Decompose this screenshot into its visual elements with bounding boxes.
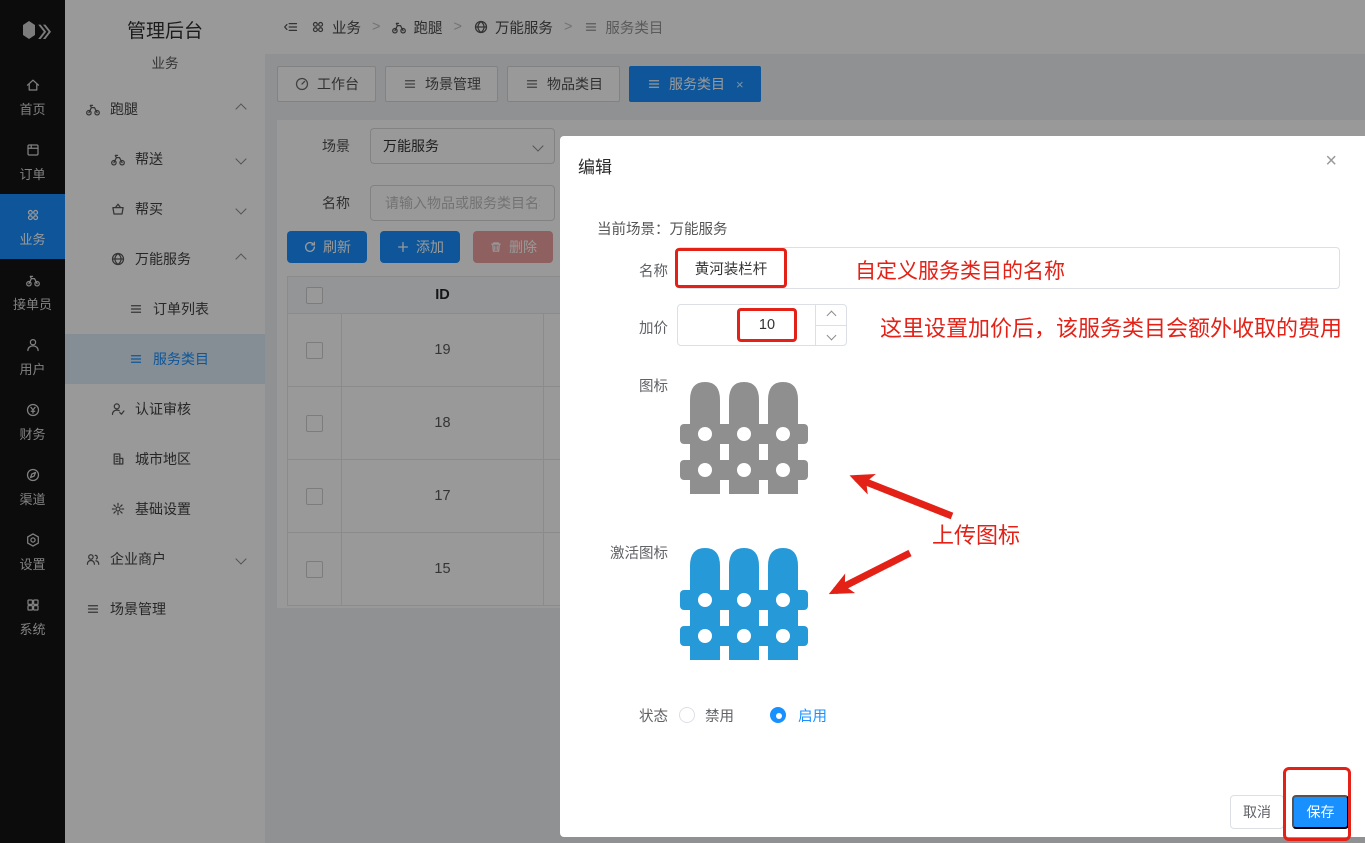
name-value: 黄河装栏杆	[695, 258, 768, 279]
status-field-label: 状态	[560, 705, 668, 726]
category-icon-preview[interactable]	[680, 372, 808, 500]
edit-modal: 编辑 × 当前场景：万能服务 名称 黄河装栏杆 自定义服务类目的名称 加价 10…	[560, 136, 1365, 837]
price-field-label: 加价	[560, 317, 668, 338]
modal-title: 编辑	[578, 153, 612, 178]
status-disabled-radio[interactable]	[679, 707, 695, 723]
status-enabled-radio[interactable]	[770, 707, 786, 723]
icon-field-label: 图标	[560, 375, 668, 396]
name-annotation: 自定义服务类目的名称	[855, 255, 1065, 285]
upload-annotation: 上传图标	[932, 518, 1020, 550]
price-annotation: 这里设置加价后，该服务类目会额外收取的费用	[880, 311, 1342, 343]
annotation-arrow-up	[856, 478, 952, 516]
save-highlight-box	[1283, 767, 1351, 841]
status-row: 状态 禁用 启用	[560, 707, 827, 723]
stepper-up-button[interactable]	[816, 305, 846, 326]
status-enabled-label: 启用	[798, 705, 827, 726]
current-scene-line: 当前场景：万能服务	[597, 218, 728, 239]
category-active-icon-preview[interactable]	[680, 538, 808, 666]
name-value-highlight-box: 黄河装栏杆	[675, 248, 787, 288]
caret-up-icon	[826, 310, 836, 320]
name-field-label: 名称	[560, 260, 668, 281]
cancel-button[interactable]: 取消	[1230, 795, 1284, 829]
annotation-arrow-down	[835, 553, 910, 591]
active-icon-field-label: 激活图标	[560, 542, 668, 563]
caret-down-icon	[826, 330, 836, 340]
stepper-down-button[interactable]	[816, 325, 846, 345]
admin-app: 首页 订单 业务 接单员 用户 财务 渠道 设置 系统 管理后台 业务 跑腿 帮…	[0, 0, 1365, 843]
price-stepper	[815, 305, 846, 345]
close-icon[interactable]: ×	[1325, 150, 1337, 173]
status-disabled-label: 禁用	[705, 705, 734, 726]
price-value-highlight-box: 10	[737, 308, 797, 342]
price-value: 10	[759, 317, 775, 333]
